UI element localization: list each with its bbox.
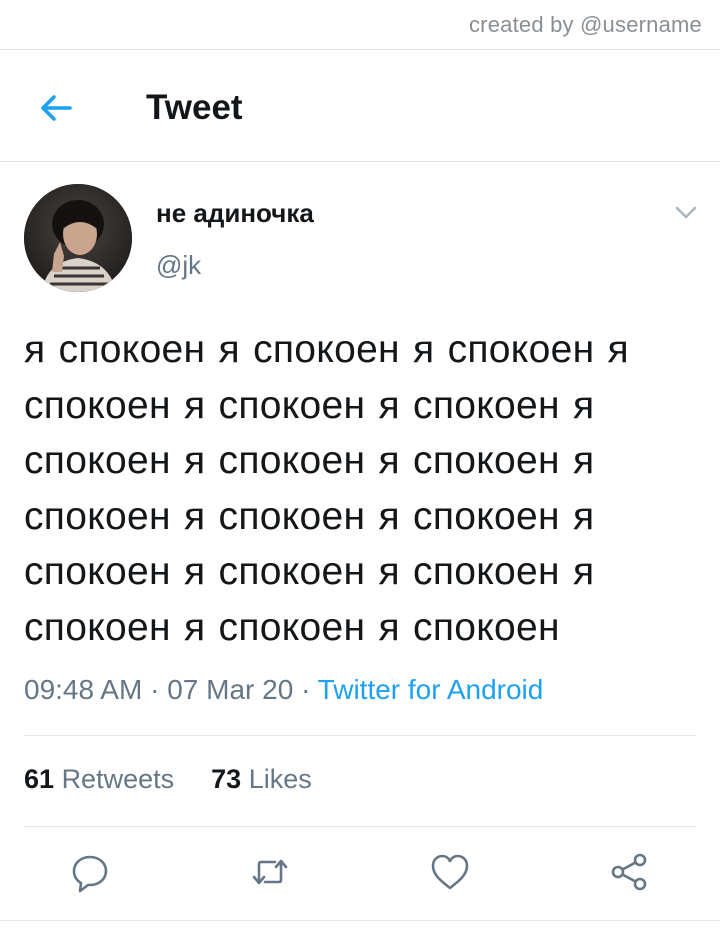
divider: [24, 735, 696, 736]
tweet-time: 09:48 AM: [24, 674, 143, 705]
share-button[interactable]: [606, 848, 654, 896]
chevron-down-icon: [675, 206, 697, 219]
likes-stat[interactable]: 73 Likes: [211, 764, 312, 794]
profile-photo-icon: [24, 184, 132, 292]
page-title: Tweet: [146, 88, 243, 127]
retweet-button[interactable]: [246, 848, 294, 896]
likes-label: Likes: [248, 764, 312, 794]
retweets-label: Retweets: [61, 764, 175, 794]
retweets-stat[interactable]: 61 Retweets: [24, 764, 182, 794]
author-display-name[interactable]: не адиночка: [156, 198, 314, 229]
more-options-button[interactable]: [670, 196, 702, 228]
credit-bar: created by @username: [0, 0, 720, 50]
reply-button[interactable]: [66, 848, 114, 896]
share-icon: [611, 853, 647, 891]
tweet-source-link[interactable]: Twitter for Android: [318, 674, 544, 705]
likes-count: 73: [211, 764, 242, 794]
back-button[interactable]: [32, 84, 80, 132]
like-icon: [431, 854, 469, 890]
divider: [24, 826, 696, 827]
reply-icon: [72, 855, 108, 893]
tweet-header: Tweet: [0, 50, 720, 162]
retweet-icon: [252, 859, 288, 885]
author-handle[interactable]: @jk: [156, 250, 201, 281]
arrow-left-icon: [41, 95, 72, 121]
like-button[interactable]: [426, 848, 474, 896]
retweets-count: 61: [24, 764, 55, 794]
meta-separator: ·: [301, 674, 311, 705]
avatar[interactable]: [24, 184, 132, 292]
meta-separator: ·: [150, 674, 160, 705]
credit-text: created by @username: [468, 12, 702, 37]
tweet-date: 07 Mar 20: [167, 674, 294, 705]
bottom-divider: [0, 920, 720, 921]
tweet-stats: 61 Retweets 73 Likes: [24, 764, 312, 795]
tweet-meta: 09:48 AM · 07 Mar 20 · Twitter for Andro…: [24, 674, 543, 706]
tweet-text: я спокоен я спокоен я спокоен я спокоен …: [24, 328, 629, 649]
